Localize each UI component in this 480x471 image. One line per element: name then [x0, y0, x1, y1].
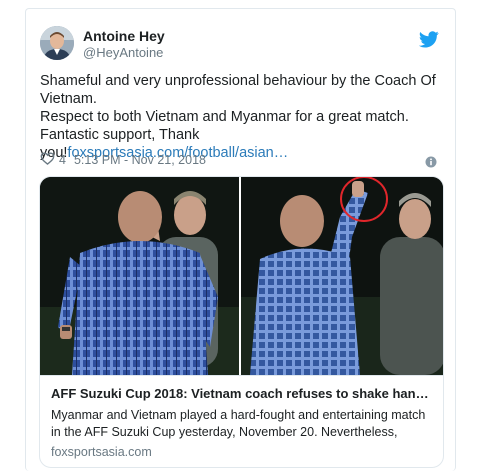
info-icon[interactable] [425, 155, 437, 173]
card-body[interactable]: AFF Suzuki Cup 2018: Vietnam coach refus… [40, 375, 443, 467]
embedded-tweet: Antoine Hey @HeyAntoine Shameful and ver… [25, 8, 456, 471]
card-photo[interactable] [40, 177, 443, 375]
tweet-line-1: Shameful and very unprofessional behavio… [40, 73, 436, 107]
twitter-bird-icon[interactable] [418, 31, 439, 53]
card-description: Myanmar and Vietnam played a hard-fought… [51, 408, 426, 439]
card-domain: foxsportsasia.com [51, 445, 152, 459]
tweet-meta: 4 5:13 PM - Nov 21, 2018 [40, 152, 206, 168]
tweet-text: Shameful and very unprofessional behavio… [40, 72, 450, 162]
author-name[interactable]: Antoine Hey [83, 28, 165, 44]
like-count[interactable]: 4 [59, 153, 66, 167]
author-handle[interactable]: @HeyAntoine [83, 45, 163, 60]
tweet-timestamp[interactable]: 5:13 PM - Nov 21, 2018 [74, 153, 206, 167]
heart-icon[interactable] [40, 152, 55, 168]
avatar[interactable] [40, 26, 74, 60]
tweet-line-2: Respect to both Vietnam and Myanmar for … [40, 109, 409, 125]
card-title[interactable]: AFF Suzuki Cup 2018: Vietnam coach refus… [51, 386, 434, 401]
link-card[interactable]: AFF Suzuki Cup 2018: Vietnam coach refus… [39, 176, 444, 468]
